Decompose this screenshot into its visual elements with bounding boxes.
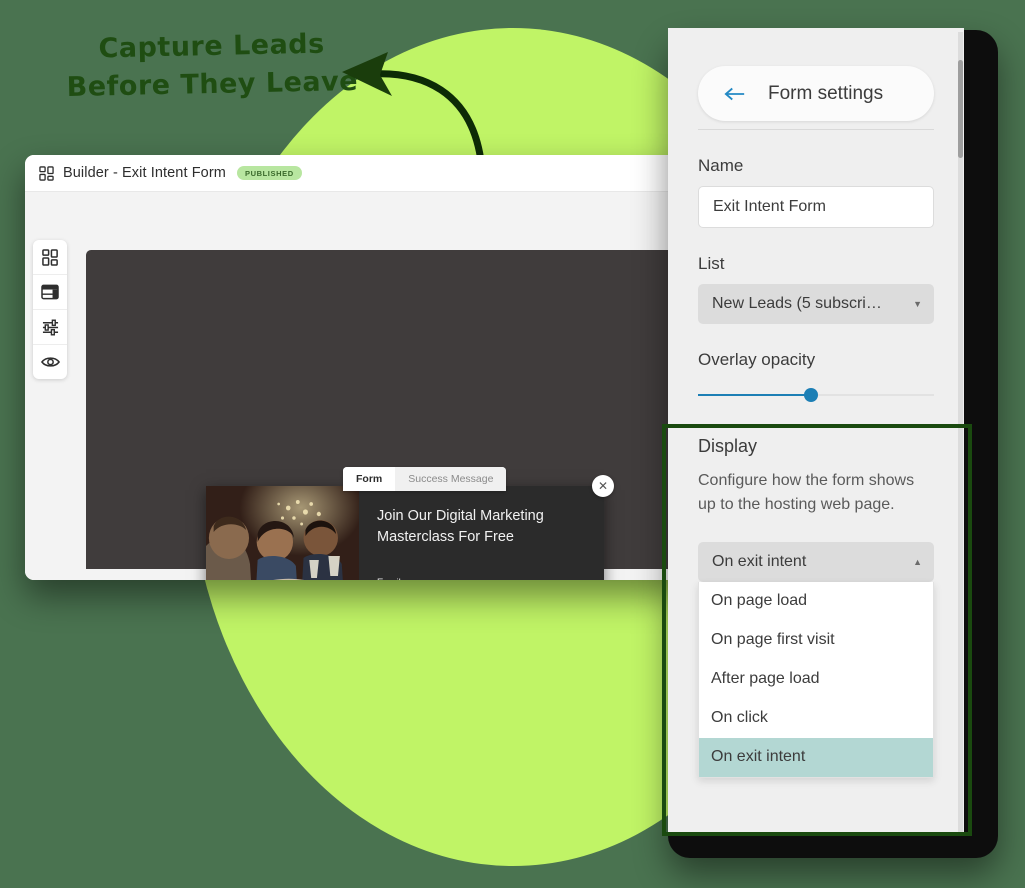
- panel-scrollbar-thumb[interactable]: [958, 60, 963, 158]
- page-title: Builder - Exit Intent Form: [63, 165, 226, 181]
- toolbar-layout-icon[interactable]: [33, 274, 67, 309]
- display-section-title: Display: [698, 436, 758, 456]
- toolbar-sliders-icon[interactable]: [33, 309, 67, 344]
- popup-content: ✕ Join Our Digital Marketing Masterclass…: [359, 475, 614, 580]
- slider-fill: [698, 394, 812, 396]
- builder-body: https://possiblenose.s1-tastewp.com/ ✎ E…: [25, 192, 685, 580]
- email-field-label: Email: [377, 577, 582, 580]
- promo-headline-line-2: Before They Leave: [66, 66, 359, 104]
- promo-headline: Capture Leads Before They Leave: [61, 25, 363, 108]
- arrow-left-icon[interactable]: [724, 87, 746, 101]
- name-input[interactable]: Exit Intent Form: [698, 186, 934, 228]
- grid-blocks-icon: [39, 165, 54, 181]
- list-select-value: New Leads (5 subscri…: [712, 295, 882, 312]
- builder-toolbar: [33, 240, 67, 379]
- panel-title: Form settings: [768, 82, 884, 104]
- display-trigger-select[interactable]: On exit intent ▲: [698, 541, 934, 582]
- builder-window: Builder - Exit Intent Form PUBLISHED For…: [25, 155, 685, 580]
- display-select-value: On exit intent: [712, 552, 807, 570]
- toolbar-eye-icon[interactable]: [33, 344, 67, 379]
- option-on-page-load[interactable]: On page load: [699, 582, 933, 621]
- popup-heading: Join Our Digital Marketing Masterclass F…: [377, 508, 544, 546]
- option-on-click[interactable]: On click: [699, 699, 933, 738]
- option-after-page-load[interactable]: After page load: [699, 660, 933, 699]
- status-badge: PUBLISHED: [236, 166, 302, 180]
- display-options-list: On page load On page first visit After p…: [698, 581, 934, 778]
- list-select[interactable]: New Leads (5 subscri… ▼: [698, 284, 934, 324]
- close-icon[interactable]: ✕: [592, 475, 614, 497]
- toolbar-blocks-icon[interactable]: [33, 240, 67, 274]
- screenshot-stage: Capture Leads Before They Leave Builder …: [0, 0, 1025, 888]
- option-on-page-first-visit[interactable]: On page first visit: [699, 621, 933, 660]
- tab-success-message[interactable]: Success Message: [395, 467, 507, 491]
- overlay-opacity-slider[interactable]: [698, 388, 934, 402]
- list-field-label: List: [698, 254, 725, 273]
- name-field-label: Name: [698, 156, 744, 175]
- display-section: Display Configure how the form shows up …: [698, 436, 934, 778]
- form-settings-header[interactable]: Form settings: [698, 66, 934, 121]
- builder-header: Builder - Exit Intent Form PUBLISHED: [25, 155, 685, 192]
- promo-headline-line-1: Capture Leads: [98, 28, 325, 65]
- popup-form-card: ✕ Join Our Digital Marketing Masterclass…: [206, 475, 614, 580]
- display-section-description: Configure how the form shows up to the h…: [698, 472, 915, 514]
- chevron-up-icon: ▲: [913, 556, 922, 567]
- tab-form[interactable]: Form: [343, 467, 396, 491]
- popup-photo: [206, 486, 359, 580]
- overlay-opacity-label: Overlay opacity: [698, 350, 816, 369]
- panel-divider: [698, 129, 934, 130]
- popup-tabs: Form Success Message: [343, 467, 507, 491]
- form-settings-panel: Form settings Name Exit Intent Form List…: [668, 28, 964, 836]
- slider-thumb[interactable]: [804, 388, 819, 402]
- chevron-down-icon: ▼: [913, 299, 922, 309]
- option-on-exit-intent[interactable]: On exit intent: [699, 737, 933, 777]
